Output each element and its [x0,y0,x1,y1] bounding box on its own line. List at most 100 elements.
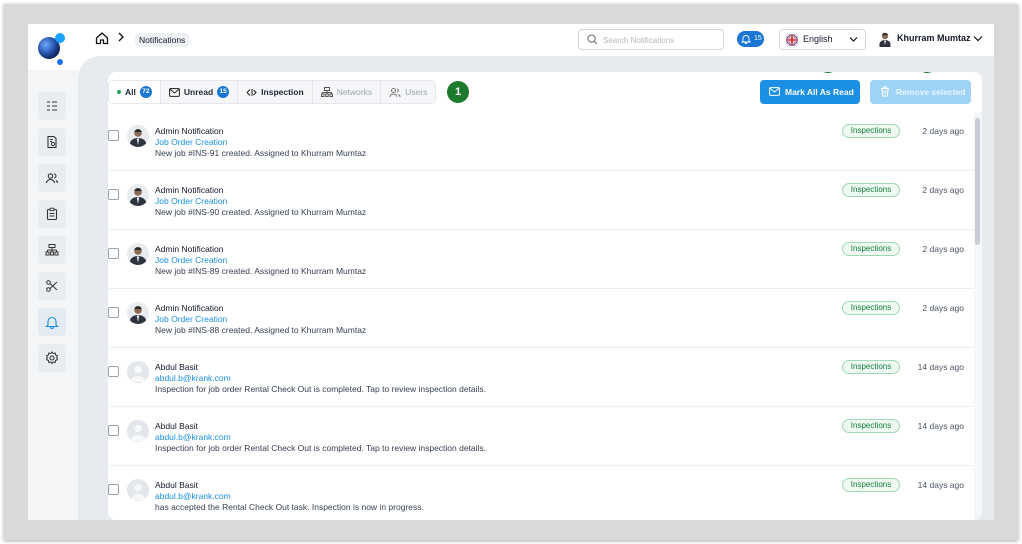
step-marker-3: 3 [916,72,938,73]
search-input[interactable] [603,33,719,47]
notifications-card: All 72 Unread 15 Inspection Networks Use… [108,72,982,520]
tab-label: All [125,87,136,97]
notification-subtitle[interactable]: Job Order Creation [155,137,227,147]
tab-networks[interactable]: Networks [313,81,382,103]
sidebar-item-networks[interactable] [38,236,66,264]
notification-title: Abdul Basit [155,480,198,490]
notification-row[interactable]: Admin Notification Job Order Creation New … [108,171,974,230]
users-icon [389,87,401,97]
sidebar-item-notifications[interactable] [38,308,66,336]
tab-inspection[interactable]: Inspection [238,81,313,103]
tab-unread[interactable]: Unread 15 [161,81,239,103]
sidebar-item-settings[interactable] [38,344,66,372]
tab-label: Unread [183,87,214,97]
notification-subtitle[interactable]: Job Order Creation [155,255,227,265]
tab-label: Users [405,87,428,97]
row-checkbox[interactable] [108,189,119,200]
category-badge: Inspections [842,360,900,374]
avatar [127,243,149,265]
search-icon [587,34,598,45]
main-content: All 72 Unread 15 Inspection Networks Use… [78,56,994,520]
notification-time: 14 days ago [917,362,964,372]
avatar [127,420,149,442]
notification-count: 15 [754,35,762,42]
notification-message: Inspection for job order Rental Check Ou… [155,443,487,453]
notification-row[interactable]: Admin Notification Job Order Creation New … [108,289,974,348]
notification-time: 2 days ago [922,244,964,254]
notification-list: Admin Notification Job Order Creation New … [108,112,982,520]
notification-title: Admin Notification [155,244,224,254]
notification-title: Admin Notification [155,185,224,195]
notification-message: New job #INS-89 created. Assigned to Khu… [155,266,367,276]
step-marker-1: 1 [447,81,469,103]
user-avatar[interactable] [878,31,892,47]
tab-label: Networks [336,87,373,97]
user-name[interactable]: Khurram Mumtaz [897,33,971,43]
scrollbar[interactable] [974,112,982,520]
sidebar-item-tasks[interactable] [38,200,66,228]
avatar [127,302,149,324]
category-badge: Inspections [842,183,900,197]
row-checkbox[interactable] [108,366,119,377]
category-badge: Inspections [842,419,900,433]
sidebar-item-users[interactable] [38,164,66,192]
notification-bell-button[interactable]: 15 [737,31,764,47]
notification-message: has accepted the Rental Check Out task. … [155,502,424,512]
notification-title: Admin Notification [155,126,224,136]
scrollbar-thumb[interactable] [975,118,980,245]
notification-time: 14 days ago [917,421,964,431]
clipboard-icon [46,207,58,221]
remove-selected-button[interactable]: Remove selected [870,80,971,104]
tab-users[interactable]: Users [381,81,435,103]
mail-icon [769,87,780,96]
filter-tabs: All 72 Unread 15 Inspection Networks Use… [108,80,437,104]
network-icon [45,244,59,256]
tab-label: Inspection [261,87,304,97]
mark-all-read-button[interactable]: Mark All As Read [760,80,860,104]
row-checkbox[interactable] [108,130,119,141]
document-search-icon [47,135,57,149]
network-icon [320,86,333,97]
notification-message: New job #INS-90 created. Assigned to Khu… [155,207,367,217]
step-marker-2: 2 [817,72,839,73]
notification-message: Inspection for job order Rental Check Ou… [155,384,487,394]
chevron-down-icon[interactable] [973,35,983,42]
avatar [127,125,149,147]
avatar [127,184,149,206]
tab-count-badge: 72 [139,86,152,98]
app-logo[interactable] [34,32,70,68]
notification-title: Abdul Basit [155,421,198,431]
sidebar [28,70,78,520]
notification-subtitle[interactable]: abdul.b@krank.com [155,432,231,442]
language-label: English [803,34,833,44]
language-select[interactable]: English [779,29,866,50]
row-checkbox[interactable] [108,425,119,436]
tab-all[interactable]: All 72 [109,81,161,103]
sidebar-item-workflow[interactable] [38,272,66,300]
top-header: Notifications 15 English [28,24,994,65]
search-box[interactable] [578,29,724,50]
notification-row[interactable]: Abdul Basit abdul.b@krank.com Inspection f… [108,348,974,407]
notification-row[interactable]: Abdul Basit abdul.b@krank.com has accepted… [108,466,974,520]
notification-time: 14 days ago [917,480,964,490]
screenshot-frame: Notifications 15 English [4,4,1018,540]
app-window: Notifications 15 English [28,24,994,520]
notification-subtitle[interactable]: abdul.b@krank.com [155,491,231,501]
notification-subtitle[interactable]: abdul.b@krank.com [155,373,231,383]
bell-icon [45,316,59,329]
sidebar-item-list[interactable] [38,92,66,120]
notification-subtitle[interactable]: Job Order Creation [155,196,227,206]
notification-title: Abdul Basit [155,362,198,372]
home-icon[interactable] [95,31,109,45]
row-checkbox[interactable] [108,248,119,259]
notification-row[interactable]: Admin Notification Job Order Creation New … [108,230,974,289]
row-checkbox[interactable] [108,484,119,495]
chevron-right-icon [118,32,124,42]
sidebar-item-reports[interactable] [38,128,66,156]
notification-time: 2 days ago [922,185,964,195]
notification-row[interactable]: Abdul Basit abdul.b@krank.com Inspection f… [108,407,974,466]
notification-row[interactable]: Admin Notification Job Order Creation New … [108,112,974,171]
row-checkbox[interactable] [108,307,119,318]
notification-message: New job #INS-88 created. Assigned to Khu… [155,325,367,335]
notification-subtitle[interactable]: Job Order Creation [155,314,227,324]
